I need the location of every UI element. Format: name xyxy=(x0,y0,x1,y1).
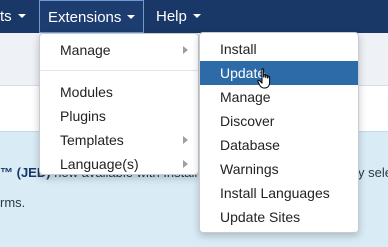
menu-item-label: Manage xyxy=(220,89,271,105)
chevron-right-icon xyxy=(183,136,188,144)
submenu-item-discover[interactable]: Discover xyxy=(200,109,358,133)
menu-item-manage[interactable]: Manage xyxy=(40,38,198,62)
menu-item-label: Plugins xyxy=(60,108,106,124)
submenu-item-install[interactable]: Install xyxy=(200,37,358,61)
caret-down-icon xyxy=(127,15,136,20)
submenu-item-install-languages[interactable]: Install Languages xyxy=(200,181,358,205)
top-navbar: ts Extensions Help xyxy=(0,0,388,33)
info-message-line2: rms. xyxy=(0,195,26,210)
submenu-item-database[interactable]: Database xyxy=(200,133,358,157)
menu-item-label: Update Sites xyxy=(220,209,301,225)
menu-item-label: Update xyxy=(220,65,266,81)
menu-item-label: Install xyxy=(220,41,257,57)
menu-item-label: Modules xyxy=(60,84,113,100)
chevron-right-icon xyxy=(183,160,188,168)
menu-item-modules[interactable]: Modules xyxy=(40,80,198,104)
nav-item-extensions[interactable]: Extensions xyxy=(39,0,144,33)
info-message-tail: y sele xyxy=(358,165,388,180)
menu-item-label: Warnings xyxy=(220,161,279,177)
menu-item-templates[interactable]: Templates xyxy=(40,128,198,152)
menu-divider xyxy=(40,70,198,71)
manage-submenu: Install Update Manage Discover Database … xyxy=(199,32,359,233)
nav-item-components[interactable]: ts xyxy=(0,0,26,33)
menu-item-label: Manage xyxy=(60,42,111,58)
caret-down-icon xyxy=(192,14,201,19)
submenu-item-warnings[interactable]: Warnings xyxy=(200,157,358,181)
submenu-item-update[interactable]: Update xyxy=(200,61,358,85)
caret-down-icon xyxy=(17,14,26,19)
menu-item-languages[interactable]: Language(s) xyxy=(40,152,198,176)
submenu-item-manage[interactable]: Manage xyxy=(200,85,358,109)
menu-item-plugins[interactable]: Plugins xyxy=(40,104,198,128)
nav-item-label: Extensions xyxy=(48,9,122,26)
nav-item-label: ts xyxy=(0,8,12,25)
menu-item-label: Templates xyxy=(60,132,124,148)
nav-item-help[interactable]: Help xyxy=(156,0,201,33)
extensions-dropdown-menu: Manage Modules Plugins Templates Languag… xyxy=(39,33,199,175)
chevron-right-icon xyxy=(183,46,188,54)
menu-item-label: Discover xyxy=(220,113,275,129)
menu-item-label: Language(s) xyxy=(60,156,139,172)
menu-item-label: Install Languages xyxy=(220,185,330,201)
submenu-item-update-sites[interactable]: Update Sites xyxy=(200,205,358,229)
nav-item-label: Help xyxy=(156,8,187,25)
menu-item-label: Database xyxy=(220,137,280,153)
